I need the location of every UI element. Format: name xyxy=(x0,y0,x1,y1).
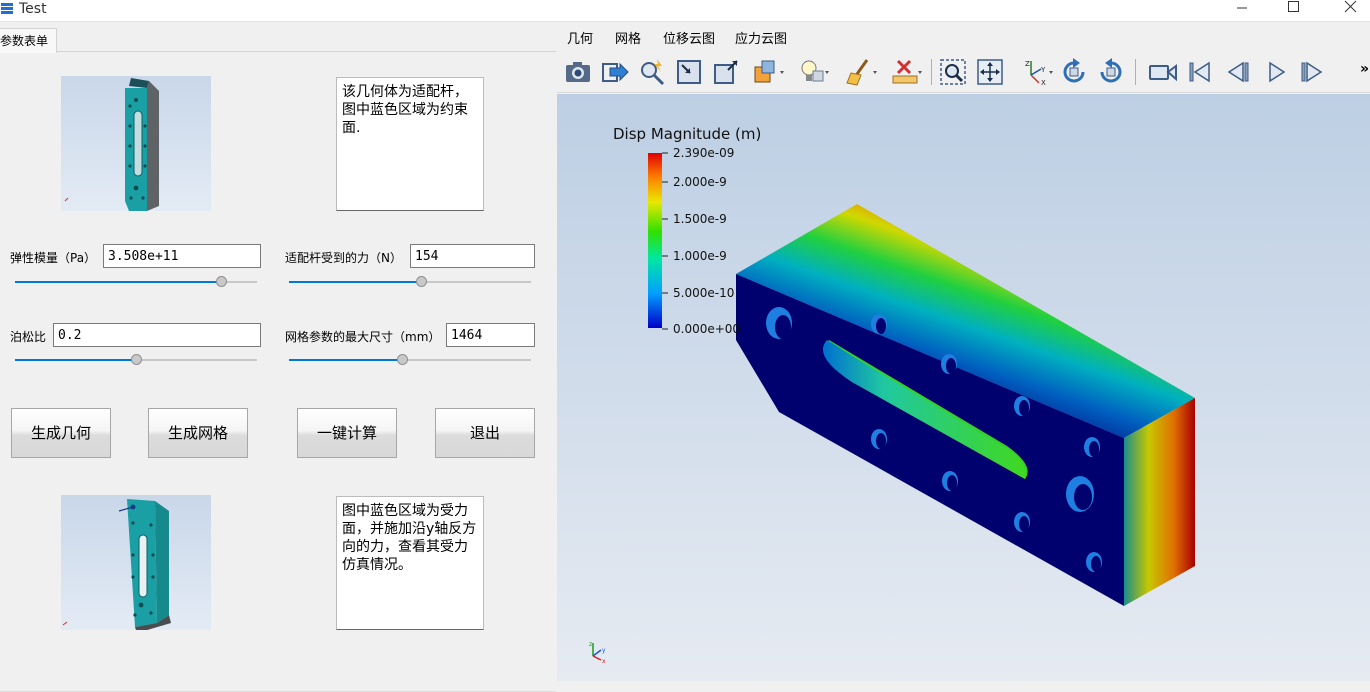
svg-text:X: X xyxy=(1041,79,1046,87)
axes-icon[interactable]: Z YX xyxy=(1019,57,1053,87)
visualization-panel: 几何 网格 位移云图 应力云图 Z YX » z y x Disp Magnitu… xyxy=(557,22,1370,681)
constraint-description: 该几何体为适配杆，图中蓝色区域为约束面. xyxy=(336,77,484,211)
toolbar-overflow-button[interactable]: » xyxy=(1360,61,1369,77)
poisson-ratio-input[interactable] xyxy=(53,323,261,347)
axis-x-label: x xyxy=(602,658,606,665)
legend-tick: 1.000e-9 xyxy=(673,249,727,263)
svg-text:Z: Z xyxy=(1025,60,1030,68)
axis-y-label: y xyxy=(602,647,606,654)
toolbar-separator xyxy=(931,59,932,85)
pick-icon[interactable] xyxy=(637,57,667,87)
exit-button[interactable]: 退出 xyxy=(435,408,535,458)
pan-icon[interactable] xyxy=(975,57,1005,87)
generate-geometry-button[interactable]: 生成几何 xyxy=(11,408,111,458)
legend-tick: 0.000e+00 xyxy=(673,322,741,336)
parameter-form: 该几何体为适配杆，图中蓝色区域为约束面. 弹性模量（Pa） 适配杆受到的力（N）… xyxy=(0,53,556,692)
view-menu-bar: 几何 网格 位移云图 应力云图 xyxy=(557,29,1370,51)
legend-title: Disp Magnitude (m) xyxy=(613,125,762,143)
load-description: 图中蓝色区域为受力面，并施加沿y轴反方向的力，查看其受力仿真情况。 xyxy=(336,496,484,630)
toolbar-separator xyxy=(1135,59,1136,85)
menu-stress[interactable]: 应力云图 xyxy=(725,29,797,51)
mesh-size-label: 网格参数的最大尺寸（mm） xyxy=(285,330,441,344)
force-input[interactable] xyxy=(410,244,535,268)
tab-parameter-form[interactable]: 参数表单 xyxy=(0,28,57,53)
constraint-face-image xyxy=(61,76,211,211)
minimize-icon[interactable] xyxy=(1222,0,1262,22)
force-label: 适配杆受到的力（N） xyxy=(285,251,402,265)
color-scale-bar xyxy=(648,153,662,328)
play-icon[interactable] xyxy=(1261,57,1291,87)
axis-z-label: z xyxy=(589,641,592,648)
first-frame-icon[interactable] xyxy=(1185,57,1215,87)
poisson-ratio-label: 泊松比 xyxy=(10,330,47,344)
title-bar: Test xyxy=(0,0,1370,22)
last-frame-icon[interactable] xyxy=(1297,57,1327,87)
slider-handle[interactable] xyxy=(416,276,427,287)
clear-icon[interactable] xyxy=(845,57,877,87)
close-icon[interactable] xyxy=(1330,0,1370,22)
mesh-size-slider[interactable] xyxy=(289,353,531,367)
legend-tick: 5.000e-10 xyxy=(673,286,735,300)
legend-tick: 1.500e-9 xyxy=(673,212,727,226)
slider-handle[interactable] xyxy=(216,276,227,287)
slider-handle[interactable] xyxy=(397,354,408,365)
maximize-icon[interactable] xyxy=(1273,0,1313,22)
legend-tick: 2.390e-09 xyxy=(673,146,735,160)
zoom-box-icon[interactable] xyxy=(674,57,704,87)
rotate-cw-icon[interactable] xyxy=(1059,57,1089,87)
menu-displacement[interactable]: 位移云图 xyxy=(653,29,725,51)
elastic-modulus-label: 弹性模量（Pa） xyxy=(10,251,97,265)
svg-text:Y: Y xyxy=(1040,66,1046,74)
export-icon[interactable] xyxy=(600,57,630,87)
app-icon xyxy=(1,3,13,17)
generate-mesh-button[interactable]: 生成网格 xyxy=(148,408,248,458)
ruler-icon[interactable] xyxy=(890,57,922,87)
window-title: Test xyxy=(19,1,47,17)
3d-viewport[interactable]: z y x Disp Magnitude (m) 2.390e-09 2.000… xyxy=(557,94,1370,681)
menu-mesh[interactable]: 网格 xyxy=(605,29,651,51)
elastic-modulus-input[interactable] xyxy=(103,244,261,268)
slider-handle[interactable] xyxy=(131,354,142,365)
prev-frame-icon[interactable] xyxy=(1223,57,1253,87)
poisson-ratio-slider[interactable] xyxy=(15,353,257,367)
force-slider[interactable] xyxy=(289,275,531,289)
left-tab-bar: 参数表单 xyxy=(0,28,556,53)
menu-geometry[interactable]: 几何 xyxy=(557,29,603,51)
parameter-panel: 参数表单 该几何体为适配杆，图中蓝色区域为约束面. 弹性模量（Pa） 3.508… xyxy=(0,22,556,692)
orientation-axes: z y x xyxy=(589,641,606,665)
elastic-modulus-slider[interactable] xyxy=(15,275,257,289)
scale-icon[interactable] xyxy=(752,57,784,87)
video-icon[interactable] xyxy=(1147,57,1177,87)
camera-icon[interactable] xyxy=(563,57,593,87)
legend-tick: 2.000e-9 xyxy=(673,175,727,189)
mesh-size-input[interactable] xyxy=(446,323,535,347)
zoom-select-icon[interactable] xyxy=(938,57,968,87)
load-face-image xyxy=(61,495,211,633)
light-icon[interactable] xyxy=(797,57,829,87)
compute-button[interactable]: 一键计算 xyxy=(297,408,397,458)
zoom-fit-icon[interactable] xyxy=(711,57,741,87)
rotate-ccw-icon[interactable] xyxy=(1096,57,1126,87)
toolbar: Z YX » xyxy=(557,51,1370,93)
